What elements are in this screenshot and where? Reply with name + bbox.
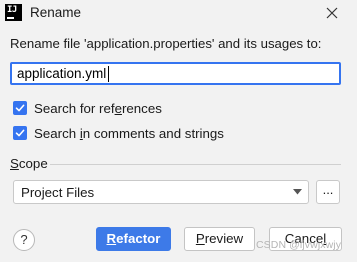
dialog-title: Rename bbox=[30, 5, 82, 20]
close-icon bbox=[326, 7, 338, 19]
search-references-checkbox[interactable] bbox=[13, 101, 27, 115]
search-comments-label: Search in comments and strings bbox=[34, 125, 224, 141]
scope-label: Scope bbox=[10, 156, 48, 171]
search-comments-option[interactable]: Search in comments and strings bbox=[13, 124, 224, 142]
scope-separator bbox=[50, 164, 341, 165]
rename-dialog: IJ Rename Rename file 'application.prope… bbox=[0, 0, 357, 262]
scope-dropdown[interactable]: Project Files bbox=[13, 180, 309, 204]
checkmark-icon bbox=[15, 129, 25, 137]
dropdown-arrow-icon bbox=[293, 189, 302, 195]
text-caret bbox=[108, 66, 109, 82]
watermark: CSDN @ljvwjxwjy bbox=[256, 239, 342, 251]
checkmark-icon bbox=[15, 104, 25, 112]
new-name-input[interactable] bbox=[10, 62, 341, 85]
refactor-button[interactable]: Refactor bbox=[96, 227, 171, 251]
search-comments-checkbox[interactable] bbox=[13, 126, 27, 140]
scope-selected-value: Project Files bbox=[21, 185, 95, 200]
close-button[interactable] bbox=[320, 2, 344, 24]
search-references-option[interactable]: Search for references bbox=[13, 99, 162, 117]
preview-button[interactable]: Preview bbox=[184, 227, 255, 251]
app-icon-text: IJ bbox=[7, 5, 17, 15]
search-references-label: Search for references bbox=[34, 100, 162, 116]
title-bar: IJ Rename bbox=[0, 0, 357, 28]
intellij-icon: IJ bbox=[5, 4, 22, 21]
browse-scope-button[interactable]: ... bbox=[316, 180, 340, 204]
help-button[interactable]: ? bbox=[13, 229, 35, 251]
rename-label: Rename file 'application.properties' and… bbox=[10, 36, 322, 51]
